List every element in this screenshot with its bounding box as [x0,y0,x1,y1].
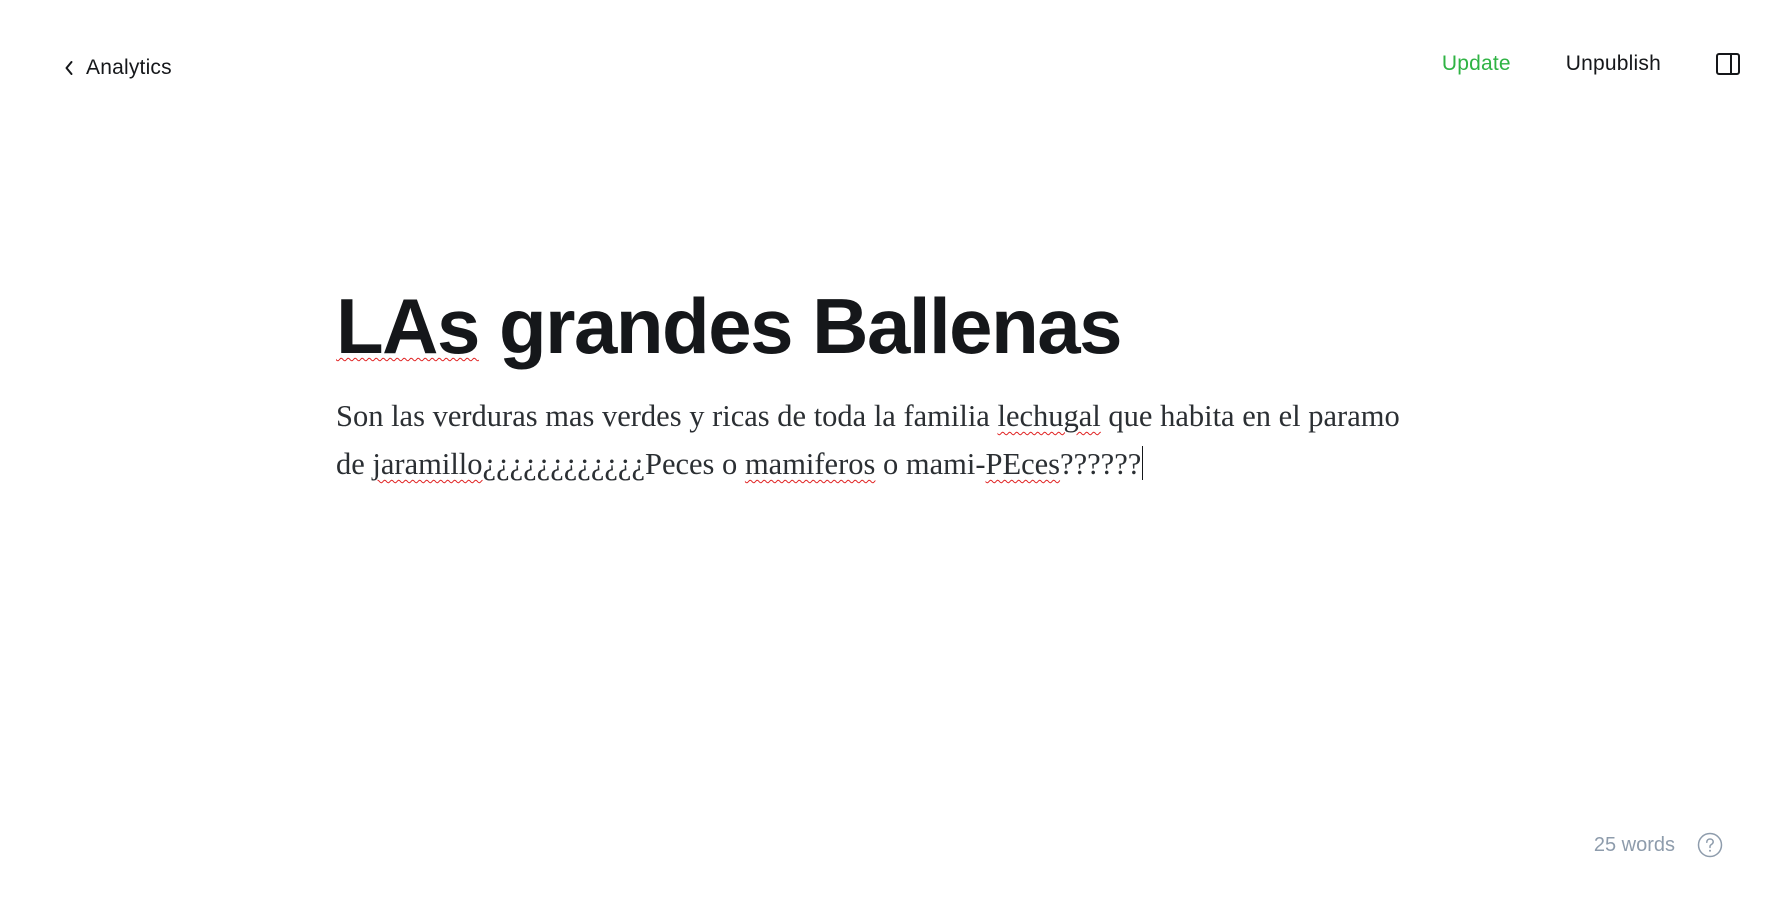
unpublish-button[interactable]: Unpublish [1566,52,1661,76]
top-bar: Analytics Update Unpublish [0,0,1779,142]
back-link-label: Analytics [86,56,172,79]
misspelled-word: PEces [985,447,1061,481]
editor-footer: 25 words [1594,832,1723,858]
title-misspelled-word: LAs [336,282,480,370]
post-body[interactable]: Son las verduras mas verdes y ricas de t… [336,392,1416,488]
header-actions: Update Unpublish [1442,52,1741,76]
post-editor[interactable]: LAs grandes Ballenas Son las verduras ma… [336,278,1416,488]
post-title[interactable]: LAs grandes Ballenas [336,278,1416,374]
back-to-analytics-link[interactable]: Analytics [64,56,172,80]
body-text: ¿¿¿¿¿¿¿¿¿¿¿¿Peces o [482,447,745,481]
body-text: ?????? [1060,447,1142,481]
chevron-left-icon [64,60,74,76]
text-cursor [1142,446,1144,480]
help-circle-icon[interactable] [1697,832,1723,858]
misspelled-word: mamiferos [744,447,876,481]
body-text: Son las verduras mas verdes y ricas de t… [336,399,998,433]
body-text: o mami- [875,447,986,481]
sidebar-panel-icon[interactable] [1715,52,1741,76]
misspelled-word: lechugal [997,399,1101,433]
editor-page: Analytics Update Unpublish LAs grandes B… [0,0,1779,908]
update-button[interactable]: Update [1442,52,1511,76]
title-text: grandes Ballenas [478,282,1122,370]
word-count: 25 words [1593,833,1675,856]
misspelled-word: jaramillo [372,447,483,481]
